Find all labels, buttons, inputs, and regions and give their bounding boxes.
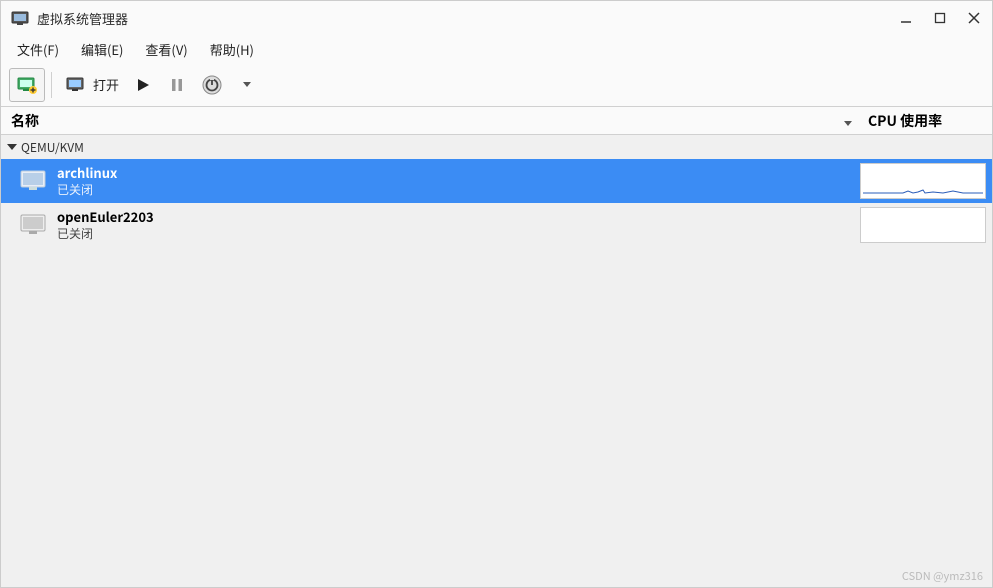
- open-label: 打开: [93, 75, 119, 94]
- menubar: 文件(F) 编辑(E) 查看(V) 帮助(H): [1, 35, 992, 63]
- monitor-icon: [19, 213, 47, 237]
- vm-name: openEuler2203: [57, 208, 154, 226]
- window-title: 虚拟系统管理器: [37, 9, 898, 28]
- column-headers: 名称 CPU 使用率: [1, 107, 992, 135]
- expand-icon: [7, 144, 17, 150]
- menu-edit[interactable]: 编辑(E): [71, 36, 133, 63]
- run-button[interactable]: [126, 68, 160, 102]
- toolbar-separator: [51, 72, 52, 98]
- maximize-button[interactable]: [932, 10, 948, 26]
- new-vm-button[interactable]: [9, 68, 45, 102]
- titlebar: 虚拟系统管理器: [1, 1, 992, 35]
- minimize-button[interactable]: [898, 10, 914, 26]
- column-name[interactable]: 名称: [1, 111, 844, 131]
- pause-button[interactable]: [160, 68, 194, 102]
- connection-row[interactable]: QEMU/KVM: [1, 135, 992, 159]
- menu-help[interactable]: 帮助(H): [200, 36, 264, 63]
- close-button[interactable]: [966, 10, 982, 26]
- menu-file[interactable]: 文件(F): [7, 36, 69, 63]
- column-name-label: 名称: [11, 111, 39, 131]
- vm-row[interactable]: openEuler2203 已关闭: [1, 203, 992, 247]
- vm-status: 已关闭: [57, 226, 154, 242]
- cpu-usage-graph: [860, 163, 986, 199]
- shutdown-dropdown[interactable]: [230, 68, 264, 102]
- connection-label: QEMU/KVM: [21, 139, 84, 156]
- menu-view[interactable]: 查看(V): [135, 36, 197, 63]
- vm-row[interactable]: archlinux 已关闭: [1, 159, 992, 203]
- monitor-icon: [19, 169, 47, 193]
- vm-list: QEMU/KVM archlinux 已关闭: [1, 135, 992, 587]
- chevron-down-icon: [243, 82, 251, 87]
- column-cpu-label: CPU 使用率: [868, 111, 942, 131]
- sort-indicator-icon: [844, 111, 852, 131]
- app-icon: [11, 10, 29, 26]
- cpu-usage-graph: [860, 207, 986, 243]
- open-button[interactable]: 打开: [58, 68, 126, 102]
- watermark: CSDN @ymz316: [902, 568, 983, 584]
- vm-name: archlinux: [57, 164, 117, 182]
- vm-status: 已关闭: [57, 182, 117, 198]
- column-cpu[interactable]: CPU 使用率: [862, 111, 992, 131]
- shutdown-button[interactable]: [194, 68, 230, 102]
- toolbar: 打开: [1, 63, 992, 107]
